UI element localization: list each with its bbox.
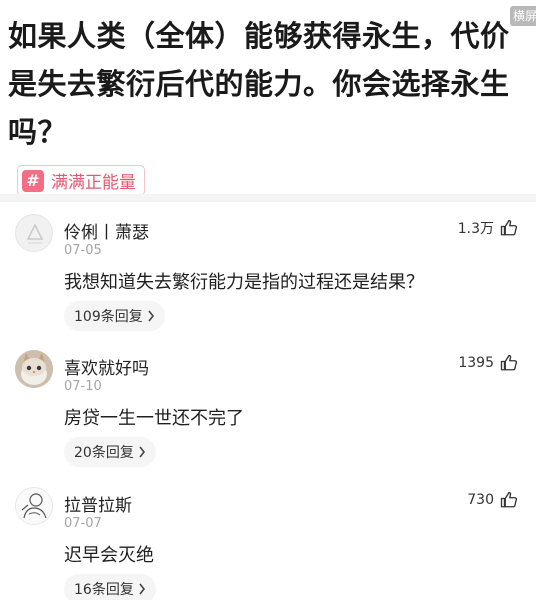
topic-tag[interactable]: # 满满正能量: [17, 165, 145, 196]
view-replies-button[interactable]: 109条回复: [64, 301, 165, 331]
comment-text: 我想知道失去繁衍能力是指的过程还是结果？: [64, 272, 424, 293]
chevron-right-icon: [148, 310, 154, 322]
like-button[interactable]: 1.3万: [458, 218, 518, 238]
view-replies-button[interactable]: 20条回复: [64, 437, 156, 467]
like-count: 730: [467, 492, 494, 508]
chevron-right-icon: [139, 446, 145, 458]
question-header: 如果人类（全体）能够获得永生，代价是失去繁衍后代的能力。你会选择永生吗？ # 满…: [0, 0, 536, 196]
cat-avatar[interactable]: [15, 350, 53, 388]
hashtag-icon: #: [22, 169, 44, 192]
replies-count: 109条回复: [74, 309, 143, 325]
sketch-avatar[interactable]: [15, 487, 53, 525]
thumbs-up-icon: [500, 491, 518, 508]
like-button[interactable]: 1395: [458, 354, 518, 372]
comment-username[interactable]: 伶俐丨萧瑟: [64, 218, 149, 243]
comment-date: 07-10: [64, 379, 102, 394]
comment-date: 07-07: [64, 516, 102, 531]
thumbs-up-icon: [500, 219, 518, 236]
topic-tag-label: 满满正能量: [51, 173, 136, 193]
chevron-right-icon: [139, 583, 145, 595]
comment-username[interactable]: 喜欢就好吗: [64, 354, 149, 379]
view-replies-button[interactable]: 16条回复: [64, 574, 156, 600]
comment-text: 迟早会灭绝: [64, 545, 154, 566]
like-count: 1395: [458, 355, 494, 371]
orientation-badge[interactable]: 横屏: [510, 6, 536, 26]
like-count: 1.3万: [457, 221, 494, 237]
comment-date: 07-05: [64, 243, 102, 258]
comment-username[interactable]: 拉普拉斯: [64, 491, 132, 516]
question-title: 如果人类（全体）能够获得永生，代价是失去繁衍后代的能力。你会选择永生吗？: [8, 19, 510, 149]
replies-count: 16条回复: [74, 582, 134, 598]
comment-text: 房贷一生一世还不完了: [64, 408, 244, 429]
replies-count: 20条回复: [74, 445, 134, 461]
default-avatar-icon[interactable]: [15, 214, 53, 252]
section-divider: [0, 194, 536, 202]
thumbs-up-icon: [500, 354, 518, 371]
like-button[interactable]: 730: [467, 491, 518, 509]
